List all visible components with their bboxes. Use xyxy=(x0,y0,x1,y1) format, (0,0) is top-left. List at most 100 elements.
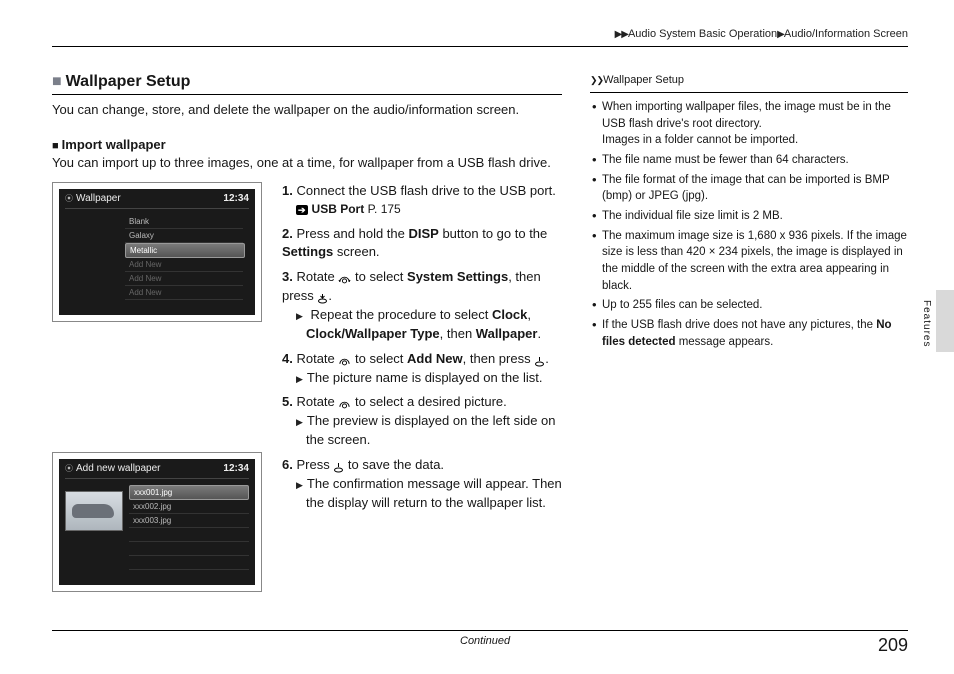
note-text: If the USB flash drive does not have any… xyxy=(602,319,876,331)
subsection-title: ■Import wallpaper xyxy=(52,137,562,152)
side-tab-label: Features xyxy=(921,300,932,347)
step-text: button to go to the xyxy=(439,226,547,241)
note-item: The file format of the image that can be… xyxy=(590,172,908,205)
press-knob-icon xyxy=(317,291,328,302)
press-knob-icon xyxy=(534,354,545,365)
list-item: Add New xyxy=(125,272,243,286)
step-text: to select xyxy=(351,351,407,366)
press-knob-icon xyxy=(333,460,344,471)
step-text: Press and hold the xyxy=(296,226,408,241)
chevron-right-icon: ▶▶ xyxy=(615,29,628,40)
step-text: . xyxy=(537,326,541,341)
steps-list: 1. Connect the USB flash drive to the US… xyxy=(282,182,562,512)
list-item: Add New xyxy=(125,286,243,300)
step-number: 2. xyxy=(282,226,293,241)
step-5: 5. Rotate to select a desired picture. T… xyxy=(282,393,562,450)
list-item: . xyxy=(129,528,249,542)
list-item-selected: Metallic xyxy=(125,243,245,258)
cross-reference: USB Port P. 175 xyxy=(296,201,562,218)
step-sub: The picture name is displayed on the lis… xyxy=(296,369,562,388)
step-6: 6. Press to save the data. The confirmat… xyxy=(282,456,562,513)
continued-label: Continued xyxy=(460,635,510,647)
step-text: , xyxy=(527,307,531,322)
sidebar-title: Wallpaper Setup xyxy=(603,74,684,86)
step-3: 3. Rotate to select System Settings , the… xyxy=(282,268,562,343)
step-sub: The preview is displayed on the left sid… xyxy=(296,412,562,450)
chevron-right-icon: ❯❯ xyxy=(590,75,603,85)
step-number: 4. xyxy=(282,351,293,366)
step-bold: Clock xyxy=(492,307,527,322)
section-intro: You can change, store, and delete the wa… xyxy=(52,101,562,119)
square-bullet-icon: ■ xyxy=(52,73,62,90)
rotate-dial-icon xyxy=(338,397,351,408)
step-text: Connect the USB flash drive to the USB p… xyxy=(296,183,555,198)
rotate-dial-icon xyxy=(338,354,351,365)
note-item: Up to 255 files can be selected. xyxy=(590,297,908,314)
square-bullet-icon: ■ xyxy=(52,140,59,152)
step-text: Rotate xyxy=(296,351,338,366)
dot-icon xyxy=(65,193,76,204)
breadcrumb-section: Audio System Basic Operation xyxy=(628,28,777,40)
chevron-right-icon: ▶ xyxy=(777,29,784,40)
figure1-time: 12:34 xyxy=(223,193,249,204)
list-item: . xyxy=(129,542,249,556)
breadcrumb-subsection: Audio/Information Screen xyxy=(784,28,908,40)
note-item: The individual file size limit is 2 MB. xyxy=(590,208,908,225)
list-item: Add New xyxy=(125,258,243,272)
step-bold: Clock/Wallpaper Type xyxy=(306,326,440,341)
page-footer: Continued 209 xyxy=(52,630,908,656)
xref-label: USB Port xyxy=(312,202,365,216)
section-title-text: Wallpaper Setup xyxy=(66,73,191,90)
list-item: . xyxy=(129,556,249,570)
note-item: The file name must be fewer than 64 char… xyxy=(590,152,908,169)
step-text: . xyxy=(545,351,549,366)
step-bold: DISP xyxy=(409,226,439,241)
list-item-selected: xxx001.jpg xyxy=(129,485,249,500)
step-number: 1. xyxy=(282,183,293,198)
car-thumbnail-icon xyxy=(65,491,123,531)
step-number: 3. xyxy=(282,269,293,284)
list-item: xxx002.jpg xyxy=(129,500,249,514)
step-number: 5. xyxy=(282,394,293,409)
step-bold: System Settings xyxy=(407,269,508,284)
list-item: Galaxy xyxy=(125,229,243,243)
notes-list: When importing wallpaper files, the imag… xyxy=(590,99,908,350)
rotate-dial-icon xyxy=(338,272,351,283)
step-text: , then xyxy=(440,326,476,341)
note-item: If the USB flash drive does not have any… xyxy=(590,317,908,350)
step-4: 4. Rotate to select Add New, then press … xyxy=(282,350,562,388)
figure-wallpaper-list: Wallpaper 12:34 Blank Galaxy Metallic Ad… xyxy=(52,182,262,322)
step-text: . xyxy=(328,288,332,303)
note-text: Images in a folder cannot be imported. xyxy=(602,132,908,149)
step-bold: Wallpaper xyxy=(476,326,538,341)
figure2-time: 12:34 xyxy=(223,463,249,474)
step-text: Repeat the procedure to select xyxy=(311,307,492,322)
step-text: Rotate xyxy=(296,269,338,284)
page-number: 209 xyxy=(878,635,908,656)
step-text: Rotate xyxy=(296,394,338,409)
note-text: message appears. xyxy=(676,336,774,348)
subsection-title-text: Import wallpaper xyxy=(62,137,166,152)
step-text: screen. xyxy=(333,244,379,259)
sidebar-heading: ❯❯Wallpaper Setup xyxy=(590,73,908,93)
list-item: xxx003.jpg xyxy=(129,514,249,528)
xref-page: P. 175 xyxy=(368,202,401,216)
note-item: The maximum image size is 1,680 x 936 pi… xyxy=(590,228,908,295)
note-text: When importing wallpaper files, the imag… xyxy=(602,101,891,130)
step-text: Press xyxy=(296,457,333,472)
step-sub: The confirmation message will appear. Th… xyxy=(296,475,562,513)
figure-add-wallpaper: Add new wallpaper 12:34 xxx001.jpg xxx00… xyxy=(52,452,262,592)
note-item: When importing wallpaper files, the imag… xyxy=(590,99,908,149)
step-text: to save the data. xyxy=(344,457,444,472)
link-arrow-icon xyxy=(296,202,312,216)
step-text: to select a desired picture. xyxy=(351,394,506,409)
section-title: ■Wallpaper Setup xyxy=(52,73,562,95)
step-2: 2. Press and hold the DISP button to go … xyxy=(282,225,562,263)
dot-icon xyxy=(65,463,76,474)
subsection-intro: You can import up to three images, one a… xyxy=(52,154,562,172)
step-sub: Repeat the procedure to select Clock, Cl… xyxy=(296,306,562,344)
step-text: to select xyxy=(351,269,407,284)
step-bold: Settings xyxy=(282,244,333,259)
step-text: , then press xyxy=(463,351,535,366)
step-1: 1. Connect the USB flash drive to the US… xyxy=(282,182,562,218)
